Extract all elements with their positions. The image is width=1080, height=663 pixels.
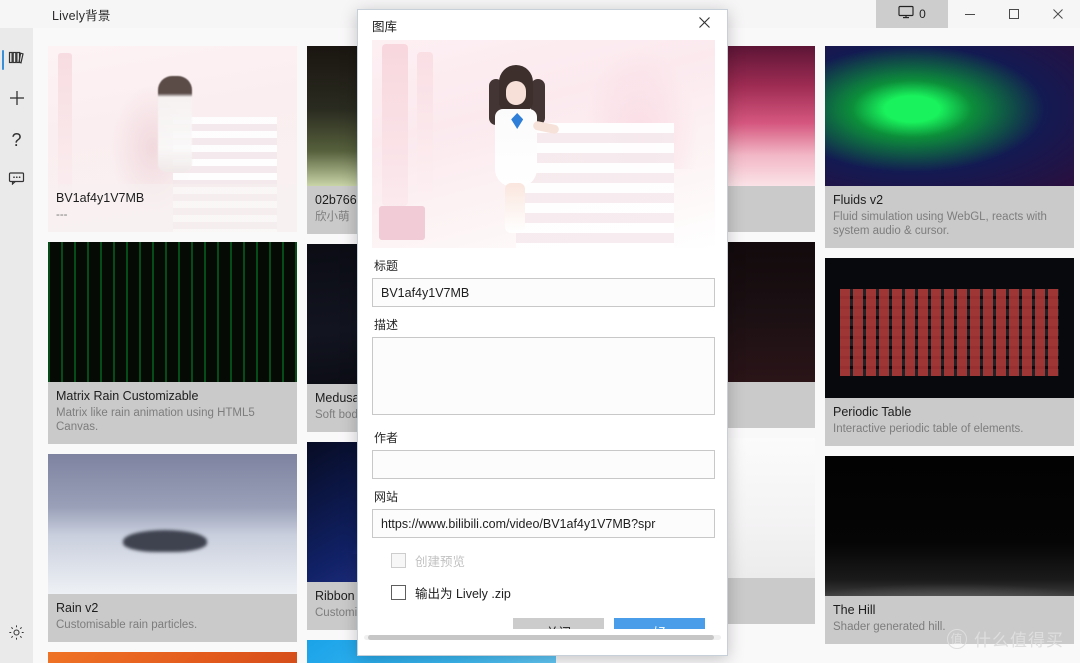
wallpaper-thumbnail: [825, 46, 1074, 186]
ok-button[interactable]: 好: [614, 618, 705, 629]
wallpaper-card[interactable]: Periodic Table Interactive periodic table…: [825, 258, 1074, 446]
wallpaper-card[interactable]: The Hill Shader generated hill.: [825, 456, 1074, 644]
author-field-label: 作者: [374, 431, 399, 445]
dialog-button-row: 关闭 好: [372, 618, 713, 629]
plus-icon: [8, 89, 26, 112]
description-textarea[interactable]: [372, 337, 715, 415]
sidebar-item-settings[interactable]: [0, 615, 33, 655]
monitor-count-button[interactable]: 0: [876, 0, 948, 28]
wallpaper-card[interactable]: Matrix Rain Customizable Matrix like rain…: [48, 242, 297, 444]
wallpaper-card[interactable]: BV1af4y1V7MB ---: [48, 46, 297, 232]
author-input[interactable]: [372, 450, 715, 479]
wallpaper-card-desc: Matrix like rain animation using HTML5 C…: [56, 407, 255, 433]
wallpaper-card[interactable]: Triangles & LightTriangle pattern genera…: [48, 652, 297, 663]
app-window: BV1af4y1V7MB --- Matrix Rain Customizable M…: [0, 0, 1080, 663]
wallpaper-thumbnail: [48, 652, 297, 663]
dialog-close-button[interactable]: [687, 12, 721, 38]
sidebar-item-help[interactable]: ?: [0, 120, 33, 160]
wallpaper-thumbnail: [48, 242, 297, 382]
wallpaper-card-title: BV1af4y1V7MB: [56, 191, 145, 205]
wallpaper-card-meta: BV1af4y1V7MB ---: [48, 184, 297, 232]
export-zip-checkbox-row[interactable]: 输出为 Lively .zip: [372, 583, 713, 602]
library-icon: [8, 50, 25, 70]
wallpaper-card-desc: ---: [56, 209, 68, 221]
wallpaper-card-title: The Hill: [833, 603, 876, 617]
question-mark-icon: ?: [11, 130, 22, 150]
app-title: Lively背景: [52, 9, 111, 23]
watermark-text: 什么值得买: [974, 631, 1064, 650]
sidebar-item-library[interactable]: [0, 40, 33, 80]
monitor-count-label: 0: [919, 7, 926, 21]
wallpaper-card[interactable]: Fluids v2 Fluid simulation using WebGL, r…: [825, 46, 1074, 248]
sidebar-item-feedback[interactable]: [0, 160, 33, 200]
dialog-header: 图库: [358, 10, 727, 40]
wallpaper-thumbnail: [825, 258, 1074, 398]
website-input[interactable]: [372, 509, 715, 538]
cancel-button[interactable]: 关闭: [513, 618, 604, 629]
wallpaper-column: BV1af4y1V7MB --- Matrix Rain Customizable M…: [48, 46, 297, 663]
wallpaper-column: Fluids v2 Fluid simulation using WebGL, r…: [825, 46, 1074, 663]
create-preview-checkbox-row: 创建预览: [372, 551, 713, 570]
watermark-logo-icon: 值: [947, 628, 967, 649]
title-field-label: 标题: [374, 259, 399, 273]
wallpaper-preview-image: [372, 40, 715, 248]
export-zip-checkbox[interactable]: [391, 585, 406, 600]
description-field-label: 描述: [374, 318, 399, 332]
dialog-body: 标题 描述 作者 网站 创建预览 输出为 Lively .zip 关闭 好: [358, 40, 727, 629]
wallpaper-card-title: Fluids v2: [833, 193, 884, 207]
close-icon: [698, 16, 711, 34]
wallpaper-card-title: Matrix Rain Customizable: [56, 389, 199, 403]
close-button[interactable]: [1036, 0, 1080, 28]
wallpaper-card-title: Periodic Table: [833, 405, 912, 419]
export-zip-label: 输出为 Lively .zip: [415, 587, 511, 601]
wallpaper-card[interactable]: Rain v2 Customisable rain particles.: [48, 454, 297, 642]
sidebar: ?: [0, 0, 33, 663]
gear-icon: [8, 624, 25, 646]
watermark: 值 什么值得买: [947, 626, 1064, 651]
title-input[interactable]: [372, 278, 715, 307]
maximize-button[interactable]: [992, 0, 1036, 28]
wallpaper-card-meta: Fluids v2 Fluid simulation using WebGL, r…: [825, 186, 1074, 248]
gallery-dialog: 图库 标题 BV1af4y1V7MB 描述 作者 网站 https://www.…: [357, 9, 728, 656]
wallpaper-card-meta: Matrix Rain Customizable Matrix like rain…: [48, 382, 297, 444]
website-field-label: 网站: [374, 490, 399, 504]
wallpaper-card-meta: Rain v2 Customisable rain particles.: [48, 594, 297, 642]
create-preview-label: 创建预览: [415, 555, 466, 569]
minimize-button[interactable]: [948, 0, 992, 28]
wallpaper-card-desc: Interactive periodic table of elements.: [833, 423, 1024, 435]
wallpaper-card-desc: Fluid simulation using WebGL, reacts wit…: [833, 211, 1047, 237]
scrollbar-thumb[interactable]: [367, 635, 714, 640]
speech-bubble-icon: [8, 171, 25, 190]
dialog-footer: [358, 629, 727, 655]
wallpaper-card-title: Rain v2: [56, 601, 99, 615]
dialog-horizontal-scrollbar[interactable]: [364, 635, 721, 640]
window-controls: 0: [876, 0, 1080, 28]
wallpaper-card-desc: Customisable rain particles.: [56, 619, 198, 631]
wallpaper-card-meta: Periodic Table Interactive periodic table…: [825, 398, 1074, 446]
dialog-title: 图库: [372, 19, 398, 34]
wallpaper-thumbnail: [825, 456, 1074, 596]
monitor-icon: [898, 5, 914, 24]
create-preview-checkbox: [391, 553, 406, 568]
wallpaper-thumbnail: [48, 454, 297, 594]
sidebar-item-add[interactable]: [0, 80, 33, 120]
